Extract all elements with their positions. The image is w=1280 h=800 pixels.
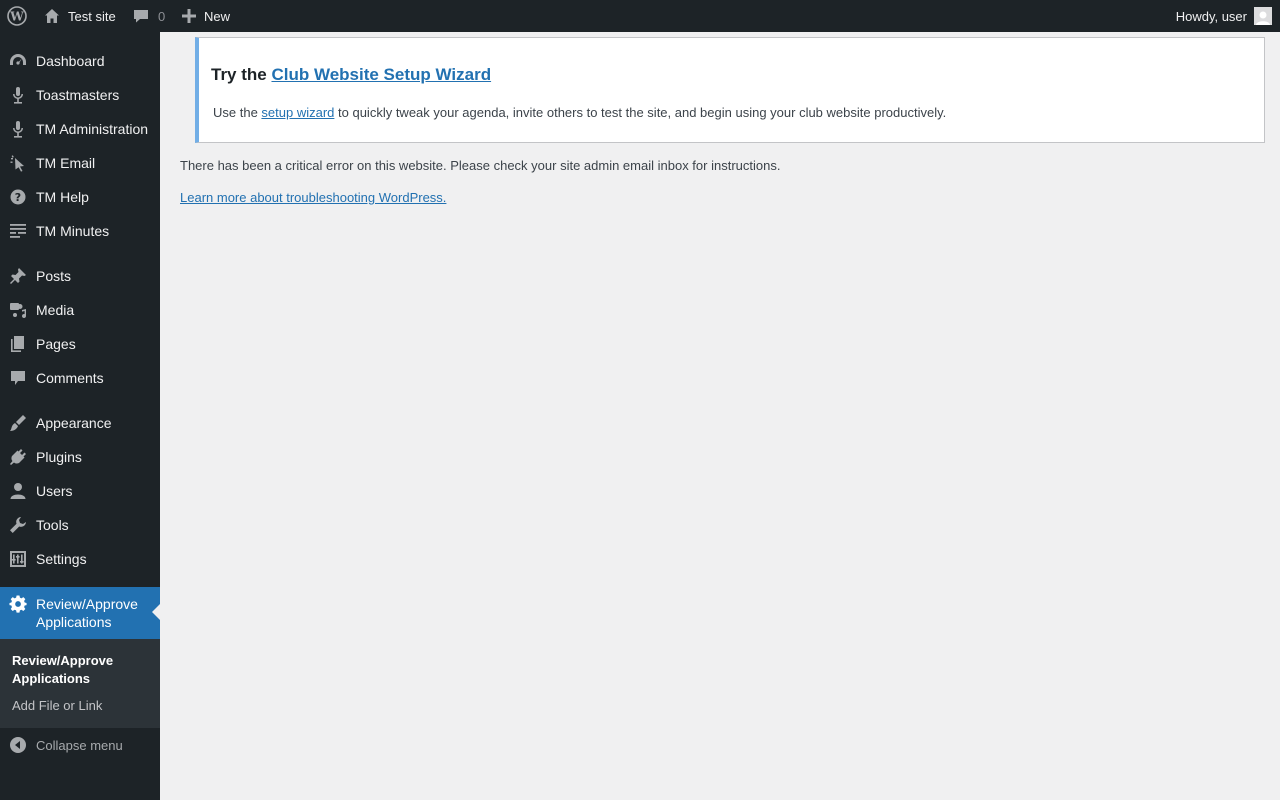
troubleshooting-link[interactable]: Learn more about troubleshooting WordPre… <box>180 190 446 205</box>
svg-text:?: ? <box>15 191 21 204</box>
menu-label: Posts <box>36 268 72 284</box>
menu-label: Comments <box>36 370 104 386</box>
cursor-icon <box>0 146 36 180</box>
site-name-label: Test site <box>68 8 116 24</box>
menu-item-tm-email[interactable]: TM Email <box>0 146 160 180</box>
admin-menu: Dashboard Toastmasters TM Administration… <box>0 32 160 800</box>
setup-wizard-notice: Try the Club Website Setup Wizard Use th… <box>195 37 1265 143</box>
help-icon: ? <box>0 180 36 214</box>
menu-item-tm-administration[interactable]: TM Administration <box>0 112 160 146</box>
wrench-icon <box>0 508 36 542</box>
menu-item-users[interactable]: Users <box>0 474 160 508</box>
menu-label: Media <box>36 302 75 318</box>
menu-label: Toastmasters <box>36 87 120 103</box>
pages-icon <box>0 327 36 361</box>
comment-icon <box>0 361 36 395</box>
notice-title-prefix: Try the <box>211 65 272 84</box>
collapse-menu-label: Collapse menu <box>36 737 123 753</box>
menu-item-media[interactable]: Media <box>0 293 160 327</box>
menu-label: Review/Approve Applications <box>36 596 138 630</box>
submenu-item-add-file-or-link[interactable]: Add File or Link <box>12 698 102 713</box>
menu-item-tm-minutes[interactable]: TM Minutes <box>0 214 160 248</box>
menu-item-review-approve-applications[interactable]: Review/Approve Applications <box>0 587 160 639</box>
gear-icon <box>0 587 36 621</box>
plug-icon <box>0 440 36 474</box>
my-account-link[interactable]: Howdy, user <box>1176 0 1272 32</box>
collapse-menu-button[interactable]: Collapse menu <box>0 728 160 762</box>
menu-item-dashboard[interactable]: Dashboard <box>0 44 160 78</box>
settings-icon <box>0 542 36 576</box>
setup-wizard-link[interactable]: setup wizard <box>261 105 334 120</box>
menu-item-settings[interactable]: Settings <box>0 542 160 576</box>
wordpress-logo-icon[interactable]: W <box>7 0 27 32</box>
dashboard-icon <box>0 44 36 78</box>
comments-count: 0 <box>158 8 166 24</box>
menu-item-toastmasters[interactable]: Toastmasters <box>0 78 160 112</box>
submenu: Review/Approve Applications Add File or … <box>0 639 160 728</box>
new-content-link[interactable]: New <box>182 0 230 32</box>
menu-label: Appearance <box>36 415 112 431</box>
menu-label: Tools <box>36 517 69 533</box>
menu-label: Users <box>36 483 73 499</box>
media-icon <box>0 293 36 327</box>
menu-label: TM Email <box>36 155 96 171</box>
admin-bar: W Test site 0 New Howdy, user <box>0 0 1280 32</box>
notice-title: Try the Club Website Setup Wizard <box>211 65 491 85</box>
notice-text-prefix: Use the <box>213 105 262 120</box>
home-icon <box>44 8 68 24</box>
menu-item-posts[interactable]: Posts <box>0 259 160 293</box>
microphone-icon <box>0 78 36 112</box>
submenu-item-review-approve[interactable]: Review/Approve Applications <box>12 652 152 688</box>
menu-label: Plugins <box>36 449 82 465</box>
current-menu-arrow <box>152 604 160 620</box>
menu-label: Dashboard <box>36 53 105 69</box>
avatar <box>1254 7 1272 25</box>
comment-bubble-icon <box>133 8 158 24</box>
microphone-icon <box>0 112 36 146</box>
menu-item-appearance[interactable]: Appearance <box>0 406 160 440</box>
menu-item-tools[interactable]: Tools <box>0 508 160 542</box>
setup-wizard-title-link[interactable]: Club Website Setup Wizard <box>271 65 491 84</box>
menu-item-plugins[interactable]: Plugins <box>0 440 160 474</box>
site-name-link[interactable]: Test site <box>44 0 116 32</box>
text-lines-icon <box>0 214 36 248</box>
menu-label: Pages <box>36 336 76 352</box>
plus-icon <box>182 9 204 23</box>
comments-link[interactable]: 0 <box>133 0 165 32</box>
new-label: New <box>204 8 231 24</box>
menu-item-pages[interactable]: Pages <box>0 327 160 361</box>
menu-item-comments[interactable]: Comments <box>0 361 160 395</box>
howdy-label: Howdy, user <box>1175 8 1247 24</box>
paintbrush-icon <box>0 406 36 440</box>
critical-error-message: There has been a critical error on this … <box>180 158 781 173</box>
notice-text-suffix: to quickly tweak your agenda, invite oth… <box>334 105 947 120</box>
menu-label: TM Minutes <box>36 223 110 239</box>
menu-label: TM Help <box>36 189 89 205</box>
menu-label: TM Administration <box>36 121 149 137</box>
user-icon <box>0 474 36 508</box>
svg-text:W: W <box>9 10 24 24</box>
collapse-arrow-icon <box>0 728 36 762</box>
menu-label: Settings <box>36 551 87 567</box>
menu-item-tm-help[interactable]: ? TM Help <box>0 180 160 214</box>
notice-text: Use the setup wizard to quickly tweak yo… <box>213 105 946 120</box>
pushpin-icon <box>0 259 36 293</box>
